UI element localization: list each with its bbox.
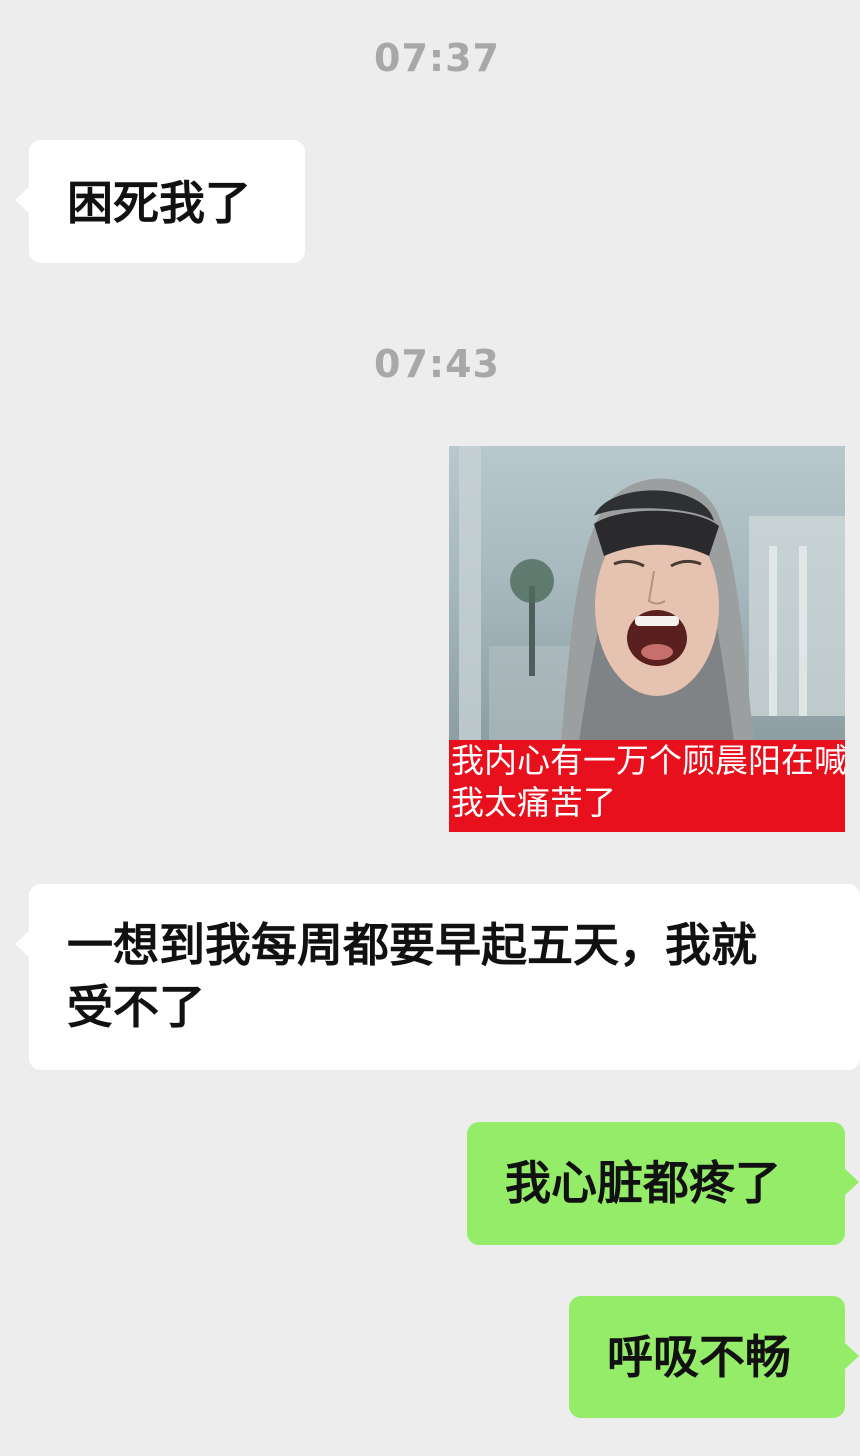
message-text: 一想到我每周都要早起五天，我就 xyxy=(67,918,757,972)
outgoing-image-message[interactable]: 我内心有一万个顾晨阳在喊 我太痛苦了 xyxy=(449,446,845,832)
caption-line: 我内心有一万个顾晨阳在喊 xyxy=(451,741,845,780)
meme-photo xyxy=(449,446,845,741)
message-text: 呼吸不畅 xyxy=(607,1330,791,1384)
message-timestamp: 07:43 xyxy=(374,342,500,386)
meme-illustration xyxy=(459,446,845,741)
incoming-message-bubble[interactable]: 一想到我每周都要早起五天，我就 受不了 xyxy=(15,884,860,1070)
meme-caption: 我内心有一万个顾晨阳在喊 我太痛苦了 xyxy=(449,740,845,832)
outgoing-message-bubble[interactable]: 我心脏都疼了 xyxy=(467,1122,859,1245)
message-text: 我心脏都疼了 xyxy=(505,1156,781,1210)
message-text: 受不了 xyxy=(67,980,205,1034)
caption-line: 我太痛苦了 xyxy=(451,783,616,822)
message-text: 困死我了 xyxy=(67,176,251,230)
incoming-message-bubble[interactable]: 困死我了 xyxy=(15,140,305,263)
message-timestamp: 07:37 xyxy=(374,36,500,80)
outgoing-message-bubble[interactable]: 呼吸不畅 xyxy=(569,1296,859,1418)
